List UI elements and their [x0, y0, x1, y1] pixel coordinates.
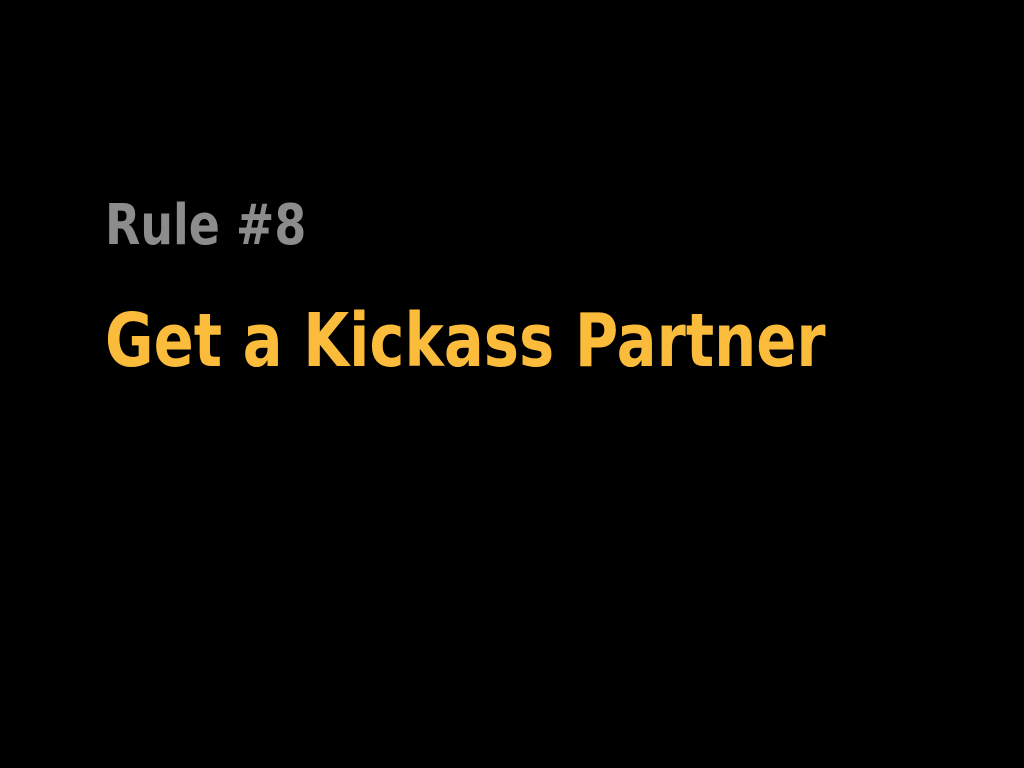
slide-title: Get a Kickass Partner [105, 298, 826, 384]
slide: Rule #8 Get a Kickass Partner [0, 0, 1024, 768]
rule-label: Rule #8 [105, 193, 307, 258]
